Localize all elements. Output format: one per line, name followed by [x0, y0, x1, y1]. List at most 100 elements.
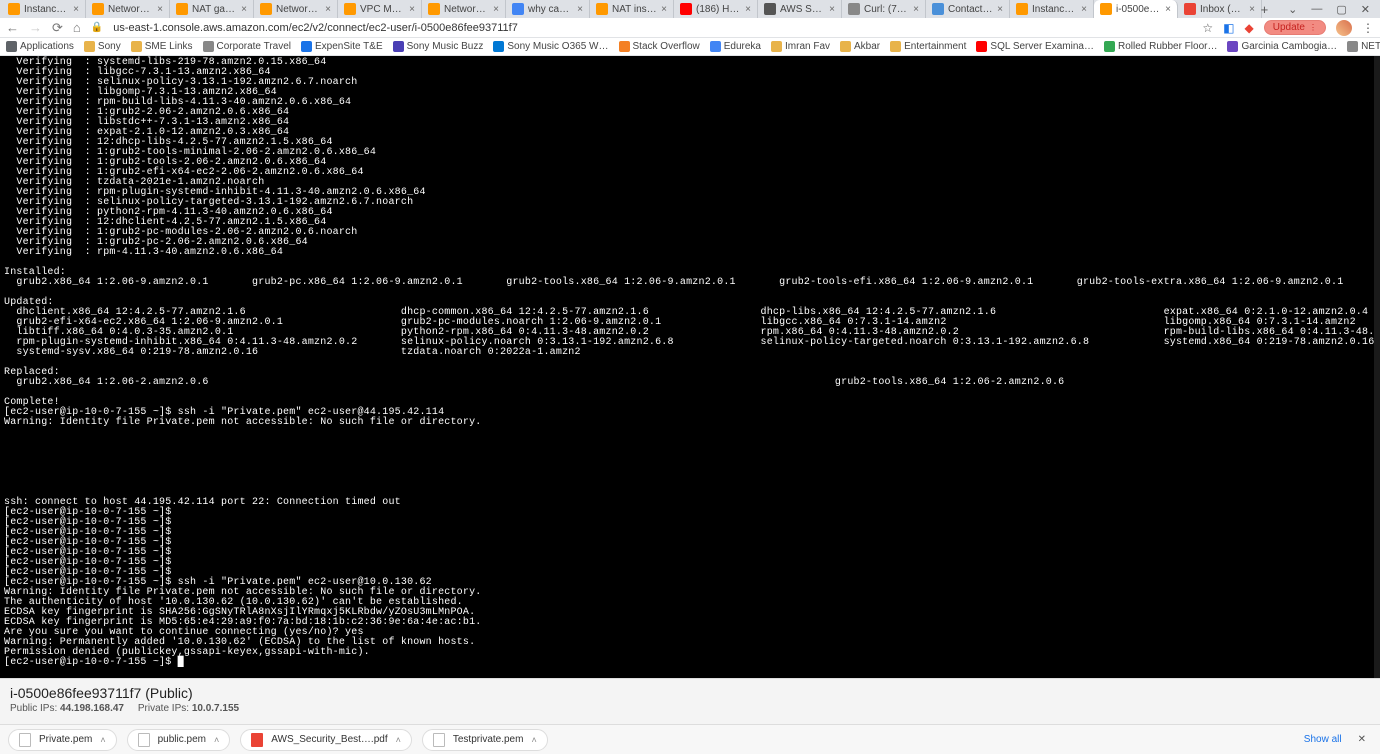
tab-label: why cant ec2 in…	[528, 4, 573, 15]
browser-tab-5[interactable]: Network interf…×	[422, 0, 506, 18]
bookmark-14[interactable]: Garcinia Cambogia…	[1227, 41, 1337, 52]
bookmark-7[interactable]: Stack Overflow	[619, 41, 700, 52]
chevron-up-icon[interactable]: ˄	[531, 735, 536, 745]
bookmark-3[interactable]: Corporate Travel	[203, 41, 291, 52]
close-download-shelf-icon[interactable]: ✕	[1352, 734, 1372, 745]
menu-icon[interactable]: ⋮	[1362, 21, 1374, 35]
bookmark-favicon	[393, 41, 404, 52]
tab-close-icon[interactable]: ×	[1165, 4, 1171, 15]
download-item-2[interactable]: AWS_Security_Best….pdf˄	[240, 729, 412, 751]
tab-favicon	[176, 3, 188, 15]
tab-close-icon[interactable]: ×	[997, 4, 1003, 15]
browser-tab-11[interactable]: Contact Us - Kn… ×	[926, 0, 1010, 18]
bookmark-favicon	[203, 41, 214, 52]
download-item-1[interactable]: public.pem˄	[127, 729, 231, 751]
close-window-icon[interactable]: ✕	[1361, 3, 1370, 16]
chevron-up-icon[interactable]: ˄	[100, 735, 105, 745]
download-item-3[interactable]: Testprivate.pem˄	[422, 729, 548, 751]
browser-tab-10[interactable]: Curl: (7) Failed t… ×	[842, 0, 926, 18]
bookmark-5[interactable]: Sony Music Buzz	[393, 41, 484, 52]
bookmarks-bar: Applications Sony SME Links Corporate Trave…	[0, 38, 1380, 56]
browser-tab-8[interactable]: (186) How to SS…×	[674, 0, 758, 18]
tab-close-icon[interactable]: ×	[241, 4, 247, 15]
tab-label: NAT instances	[612, 4, 657, 15]
chevron-up-icon[interactable]: ˄	[396, 735, 401, 745]
bookmark-9[interactable]: Imran Fav	[771, 41, 830, 52]
bookmark-15[interactable]: NETGEAR Router R7…	[1347, 41, 1380, 52]
tab-close-icon[interactable]: ×	[325, 4, 331, 15]
browser-tab-3[interactable]: Network interf…×	[254, 0, 338, 18]
home-button[interactable]: ⌂	[73, 20, 81, 35]
bookmark-1[interactable]: Sony	[84, 41, 121, 52]
bookmark-4[interactable]: ExpenSite T&E	[301, 41, 383, 52]
tab-close-icon[interactable]: ×	[493, 4, 499, 15]
minimize-icon[interactable]: —	[1311, 3, 1322, 15]
bookmark-10[interactable]: Akbar	[840, 41, 880, 52]
tab-close-icon[interactable]: ×	[1081, 4, 1087, 15]
new-tab-button[interactable]: +	[1261, 2, 1269, 17]
browser-tab-4[interactable]: VPC Managemen… ×	[338, 0, 422, 18]
browser-tab-6[interactable]: why cant ec2 in… ×	[506, 0, 590, 18]
bookmark-6[interactable]: Sony Music O365 W…	[493, 41, 608, 52]
maximize-icon[interactable]: ▢	[1336, 3, 1346, 16]
show-all-downloads[interactable]: Show all	[1304, 734, 1342, 745]
private-ip-value: 10.0.7.155	[192, 703, 239, 714]
bookmark-13[interactable]: Rolled Rubber Floor…	[1104, 41, 1218, 52]
back-button[interactable]: ←	[6, 20, 19, 35]
chevron-up-icon[interactable]: ˄	[214, 735, 219, 745]
tab-label: Inbox (9,586) -	[1200, 4, 1245, 15]
tab-close-icon[interactable]: ×	[913, 4, 919, 15]
browser-tab-0[interactable]: Instances | EC2×	[2, 0, 86, 18]
update-button[interactable]: Update ⋮	[1264, 20, 1326, 35]
bookmark-8[interactable]: Edureka	[710, 41, 761, 52]
file-icon	[251, 733, 263, 747]
instance-ips: Public IPs: 44.198.168.47 Private IPs: 1…	[10, 703, 1370, 714]
extension-icon-2[interactable]: ◆	[1245, 21, 1254, 35]
bookmark-11[interactable]: Entertainment	[890, 41, 966, 52]
tab-label: Contact Us - Kn…	[948, 4, 993, 15]
profile-avatar[interactable]	[1336, 20, 1352, 36]
star-icon[interactable]: ☆	[1202, 21, 1213, 35]
download-shelf: Private.pem˄public.pem˄AWS_Security_Best…	[0, 724, 1380, 754]
tab-label: Curl: (7) Failed t…	[864, 4, 909, 15]
url-bar[interactable]: us-east-1.console.aws.amazon.com/ec2/v2/…	[113, 22, 1192, 34]
tab-close-icon[interactable]: ×	[409, 4, 415, 15]
tab-close-icon[interactable]: ×	[745, 4, 751, 15]
browser-tab-12[interactable]: Instances | EC2 ×	[1010, 0, 1094, 18]
download-item-0[interactable]: Private.pem ˄	[8, 729, 117, 751]
browser-tab-9[interactable]: AWS Security B…×	[758, 0, 842, 18]
forward-button[interactable]: →	[29, 20, 42, 35]
tab-close-icon[interactable]: ×	[661, 4, 667, 15]
tab-close-icon[interactable]: ×	[73, 4, 79, 15]
tab-close-icon[interactable]: ×	[829, 4, 835, 15]
browser-tab-1[interactable]: Network ACLs×	[86, 0, 170, 18]
download-filename: Private.pem	[39, 734, 92, 745]
bookmark-0[interactable]: Applications	[6, 41, 74, 52]
tab-close-icon[interactable]: ×	[577, 4, 583, 15]
tab-close-icon[interactable]: ×	[157, 4, 163, 15]
browser-tab-14[interactable]: Inbox (9,586) - ×	[1178, 0, 1262, 18]
extension-icon[interactable]: ◧	[1223, 21, 1234, 35]
browser-tab-2[interactable]: NAT gateways×	[170, 0, 254, 18]
bookmark-favicon	[619, 41, 630, 52]
bookmark-favicon	[771, 41, 782, 52]
bookmark-label: SME Links	[145, 41, 193, 52]
browser-tab-7[interactable]: NAT instances ×	[590, 0, 674, 18]
terminal[interactable]: Verifying : systemd-libs-219-78.amzn2.0.…	[0, 56, 1380, 678]
private-ip-label: Private IPs:	[138, 703, 189, 714]
bookmark-label: Rolled Rubber Floor…	[1118, 41, 1218, 52]
tab-label: VPC Managemen…	[360, 4, 405, 15]
reload-button[interactable]: ⟳	[52, 20, 63, 36]
terminal-container: Verifying : systemd-libs-219-78.amzn2.0.…	[0, 56, 1380, 678]
terminal-scrollbar-track[interactable]	[1374, 56, 1380, 678]
terminal-scrollbar-thumb[interactable]	[1374, 56, 1380, 305]
tab-label: Instances | EC2	[1032, 4, 1077, 15]
bookmark-favicon	[493, 41, 504, 52]
bookmark-12[interactable]: SQL Server Examina…	[976, 41, 1094, 52]
browser-toolbar: ← → ⟳ ⌂ 🔒 us-east-1.console.aws.amazon.c…	[0, 18, 1380, 38]
bookmark-2[interactable]: SME Links	[131, 41, 193, 52]
tab-search-icon[interactable]: ⌄	[1288, 3, 1297, 16]
bookmark-label: Applications	[20, 41, 74, 52]
bookmark-label: Entertainment	[904, 41, 966, 52]
browser-tab-13[interactable]: i-0500e86fee93×	[1094, 0, 1178, 18]
